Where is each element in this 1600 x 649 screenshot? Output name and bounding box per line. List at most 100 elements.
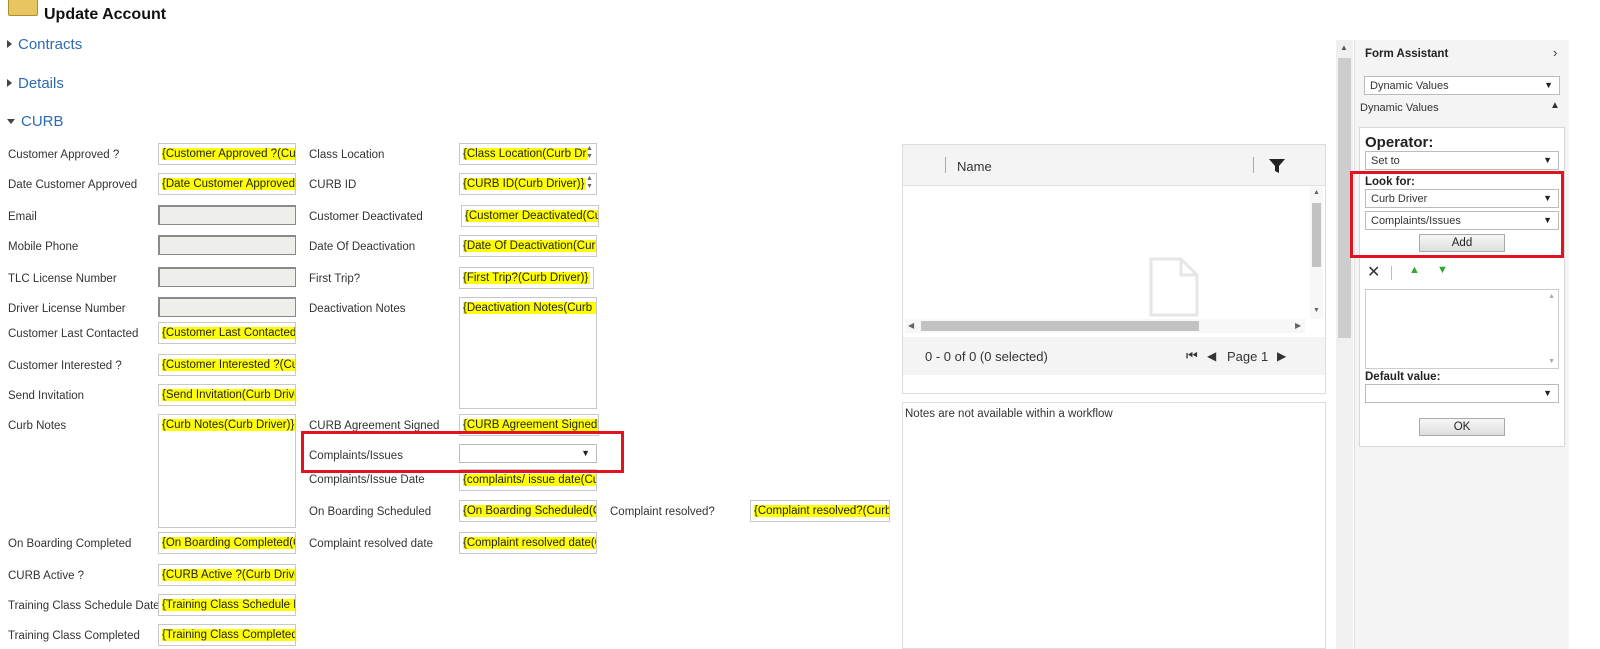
expand-icon xyxy=(7,79,12,87)
filter-icon[interactable] xyxy=(1269,159,1285,173)
divider xyxy=(1391,266,1392,280)
field-input[interactable]: {Customer Last Contacted( xyxy=(158,322,296,344)
column-divider xyxy=(945,157,946,173)
field-value: {On Boarding Scheduled(Cu xyxy=(463,505,596,517)
highlight-box xyxy=(301,431,624,473)
grid-column-name[interactable]: Name xyxy=(957,159,992,174)
previous-page-icon[interactable]: ◀ xyxy=(1207,349,1216,363)
field-input[interactable]: {CURB ID(Curb Driver)} ▲ ▼ xyxy=(459,173,597,195)
field-value: {Date Customer Approved( xyxy=(162,178,295,190)
field-input[interactable]: {Send Invitation(Curb Drive xyxy=(158,384,296,406)
dropdown-arrow-icon: ▼ xyxy=(1543,388,1552,398)
field-label: Send Invitation xyxy=(8,390,85,402)
assistant-title: Form Assistant xyxy=(1365,48,1449,60)
operator-select[interactable]: Set to ▼ xyxy=(1365,151,1559,170)
field-input[interactable]: {Complaint resolved?(Curb xyxy=(750,500,890,522)
field-value: {Customer Approved ?(Curb xyxy=(162,148,295,160)
field-label: TLC License Number xyxy=(8,273,117,285)
delete-icon[interactable]: ✕ xyxy=(1367,262,1380,282)
field-input[interactable]: {On Boarding Completed(C xyxy=(158,532,296,554)
tlc-license-field[interactable] xyxy=(158,267,296,287)
expand-icon xyxy=(7,40,12,48)
vertical-scrollbar[interactable]: ▲ ▼ xyxy=(1310,187,1323,319)
field-input[interactable]: {CURB Active ?(Curb Driver) xyxy=(158,564,296,586)
field-input[interactable]: {On Boarding Scheduled(Cu xyxy=(459,500,597,522)
field-input[interactable]: {Class Location(Curb Dr ▲ ▼ xyxy=(459,143,597,165)
page-number: Page 1 xyxy=(1227,349,1269,364)
curb-notes-textarea[interactable]: {Curb Notes(Curb Driver)} xyxy=(158,414,296,528)
field-label: Training Class Schedule Date xyxy=(8,600,160,612)
operator-label: Operator: xyxy=(1365,134,1434,151)
field-value: {CURB ID(Curb Driver)} xyxy=(463,178,587,190)
page-scrollbar[interactable]: ▲ xyxy=(1336,40,1353,649)
notes-message: Notes are not available within a workflo… xyxy=(905,408,1113,420)
next-page-icon[interactable]: ▶ xyxy=(1277,349,1286,363)
field-label: Complaint resolved? xyxy=(610,506,715,518)
field-input[interactable]: {Training Class Completed( xyxy=(158,624,296,646)
field-value: {Complaint resolved?(Curb xyxy=(754,505,889,517)
field-input[interactable]: {First Trip?(Curb Driver)} xyxy=(459,267,594,289)
assistant-mode-select[interactable]: Dynamic Values ▼ xyxy=(1364,76,1560,95)
field-value: {Customer Last Contacted( xyxy=(162,327,295,339)
field-input[interactable]: {Training Class Schedule Da xyxy=(158,594,296,616)
field-label: Complaint resolved date xyxy=(309,538,434,550)
field-input[interactable]: {Customer Interested ?(Curl xyxy=(158,354,296,376)
field-value: {Complaint resolved date(C xyxy=(463,537,596,549)
section-contracts-label: Contracts xyxy=(18,36,83,53)
dropdown-arrow-icon: ▼ xyxy=(1543,155,1552,165)
form-assistant-panel: Form Assistant › Dynamic Values ▼ Dynamic… xyxy=(1354,40,1569,649)
field-input[interactable]: {Complaint resolved date(C xyxy=(459,532,597,554)
collapse-panel-icon[interactable]: › xyxy=(1553,45,1557,60)
default-value-label: Default value: xyxy=(1365,371,1441,383)
field-label: Complaints/Issue Date xyxy=(309,474,425,486)
field-label: First Trip? xyxy=(309,273,361,285)
collapse-icon[interactable]: ▲ xyxy=(1550,100,1560,111)
field-label: Curb Notes xyxy=(8,420,67,432)
field-label: Class Location xyxy=(309,149,385,161)
default-value-select[interactable]: ▼ xyxy=(1365,384,1559,403)
select-value: Dynamic Values xyxy=(1370,80,1449,92)
field-label: Date Of Deactivation xyxy=(309,241,416,253)
horizontal-scrollbar[interactable]: ◀ ▶ xyxy=(905,319,1305,333)
collapse-icon xyxy=(7,119,15,124)
notes-panel: Notes are not available within a workflo… xyxy=(902,402,1326,649)
field-input[interactable]: {Customer Approved ?(Curb xyxy=(158,143,296,165)
field-label: CURB ID xyxy=(309,179,357,191)
page-title: Update Account xyxy=(44,6,167,23)
dynamic-values-header: Dynamic Values xyxy=(1360,102,1439,114)
field-label: CURB Active ? xyxy=(8,570,85,582)
field-input[interactable]: {Date Of Deactivation(Curb xyxy=(459,235,597,257)
field-label: Customer Interested ? xyxy=(8,360,122,372)
dynamic-values-list[interactable]: ▲ ▼ xyxy=(1365,289,1559,369)
field-input[interactable]: {Customer Deactivated(Cur xyxy=(461,205,599,227)
field-value: {Customer Interested ?(Curl xyxy=(162,359,295,371)
field-value: {First Trip?(Curb Driver)} xyxy=(463,272,591,284)
field-label: Customer Last Contacted xyxy=(8,328,139,340)
deactivation-notes-textarea[interactable]: {Deactivation Notes(Curb D xyxy=(459,297,597,409)
field-label: On Boarding Completed xyxy=(8,538,132,550)
field-label: On Boarding Scheduled xyxy=(309,506,432,518)
spinner-icon[interactable]: ▲ ▼ xyxy=(585,175,594,193)
section-contracts[interactable]: Contracts xyxy=(7,36,82,53)
section-curb[interactable]: CURB xyxy=(7,113,64,130)
field-label: Training Class Completed xyxy=(8,630,140,642)
field-label: Mobile Phone xyxy=(8,241,79,253)
driver-license-field[interactable] xyxy=(158,297,296,317)
first-page-icon[interactable]: ⏮ xyxy=(1186,348,1198,364)
field-label: Driver License Number xyxy=(8,303,126,315)
field-value: {Date Of Deactivation(Curb xyxy=(463,240,596,252)
field-value: {Training Class Completed( xyxy=(162,629,295,641)
dropdown-arrow-icon: ▼ xyxy=(1544,80,1553,90)
email-field[interactable] xyxy=(158,205,296,225)
field-value: {Customer Deactivated(Cur xyxy=(465,210,598,222)
empty-document-icon xyxy=(1149,257,1199,317)
section-details[interactable]: Details xyxy=(7,75,64,92)
move-up-icon[interactable]: ▲ xyxy=(1409,264,1420,276)
section-details-label: Details xyxy=(18,75,64,92)
spinner-icon[interactable]: ▲ ▼ xyxy=(585,145,594,163)
ok-button[interactable]: OK xyxy=(1419,418,1505,436)
mobile-phone-field[interactable] xyxy=(158,235,296,255)
field-value: {Deactivation Notes(Curb D xyxy=(463,302,596,314)
field-input[interactable]: {Date Customer Approved( xyxy=(158,173,296,195)
move-down-icon[interactable]: ▼ xyxy=(1437,264,1448,276)
